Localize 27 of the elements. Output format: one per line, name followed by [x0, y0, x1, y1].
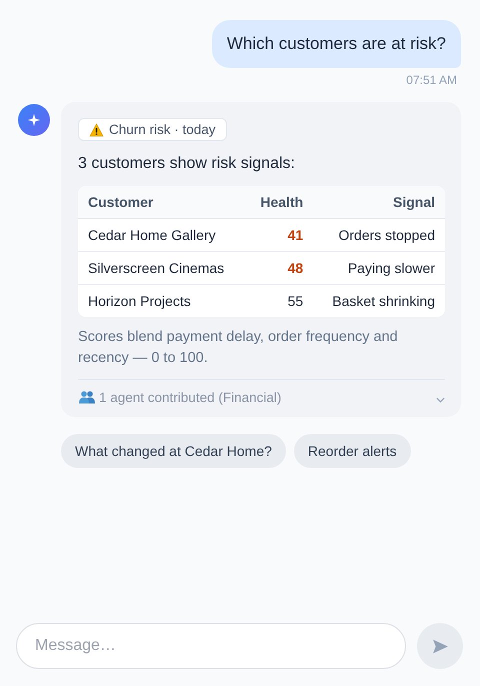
table-cell: Horizon Projects — [78, 284, 246, 316]
table-cell: Basket shrinking — [313, 284, 445, 316]
message-bubble: Which customers are at risk? — [212, 20, 461, 68]
column-header: Health — [246, 186, 314, 218]
column-header: Signal — [313, 186, 445, 218]
message-input[interactable]: Message… — [16, 623, 406, 669]
suggestion-chip[interactable]: What changed at Cedar Home? — [61, 434, 286, 468]
table-cell: Orders stopped — [313, 218, 445, 251]
assistant-avatar — [18, 104, 50, 136]
table-cell: 41 — [246, 218, 314, 251]
people-icon — [78, 390, 96, 404]
table-cell: Cedar Home Gallery — [78, 218, 246, 251]
send-icon — [432, 638, 448, 654]
table-cell: 48 — [246, 251, 314, 284]
contributors-text: 1 agent contributed (Financial) — [99, 390, 282, 404]
table-cell: Silverscreen Cinemas — [78, 251, 246, 284]
chevron-icon[interactable] — [436, 397, 445, 403]
send-button[interactable] — [417, 623, 463, 669]
column-header: Customer — [78, 186, 246, 218]
table-cell: Paying slower — [313, 251, 445, 284]
table-cell: 55 — [246, 284, 314, 316]
tag-label: Churn risk · today — [109, 122, 216, 137]
suggestion-chip[interactable]: Reorder alerts — [294, 434, 411, 468]
warning-icon — [89, 122, 104, 136]
timestamp: 07:51 AM — [406, 73, 457, 87]
note-text: Scores blend payment delay, order frequency and recency — 0 to 100. — [78, 326, 445, 380]
intro-text: 3 customers show risk signals: — [78, 154, 296, 172]
